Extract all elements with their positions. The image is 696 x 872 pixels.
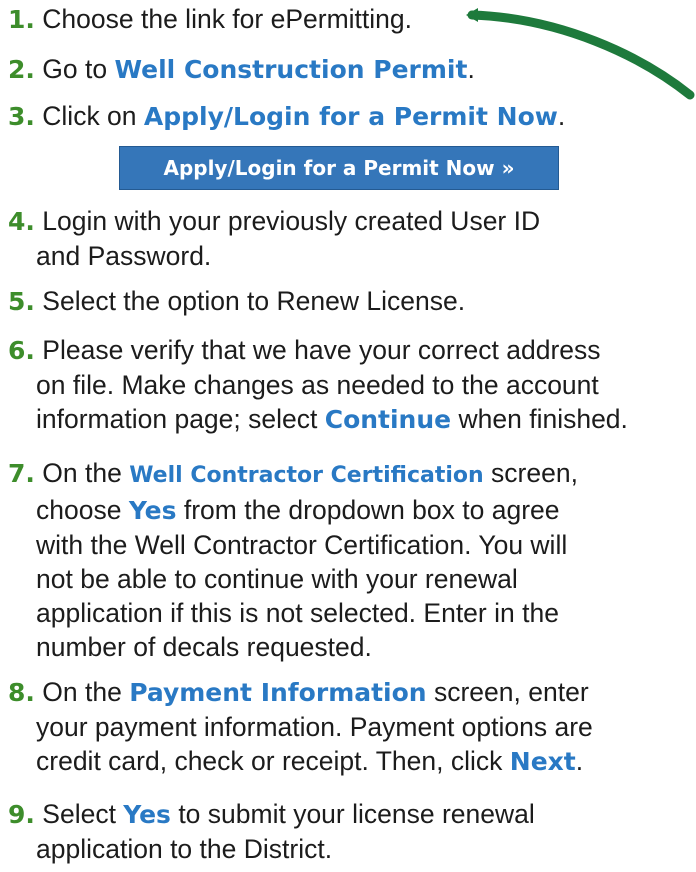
step-text: application to the District. [36, 834, 333, 864]
step-number: 9. [8, 800, 35, 829]
payment-information-link[interactable]: Payment Information [129, 678, 426, 707]
well-contractor-certification-link[interactable]: Well Contractor Certification [129, 463, 483, 488]
step-text: . [557, 101, 566, 131]
step-text: application if this is not selected. Ent… [36, 598, 559, 628]
step-number: 4. [8, 207, 35, 236]
step-text: Go to [42, 54, 115, 84]
step-text-part: when finished. [451, 404, 628, 434]
step-text: your payment information. Payment option… [36, 712, 593, 742]
step-text: On the [42, 458, 130, 488]
step-text: On the [42, 677, 130, 707]
step-text: on file. Make changes as needed to the a… [36, 370, 599, 400]
yes-submit-link[interactable]: Yes [123, 800, 171, 829]
step-text-part: information page; select [36, 404, 325, 434]
step-5: 5. Select the option to Renew License. [8, 284, 465, 319]
continue-link[interactable]: Continue [325, 405, 451, 434]
step-text: Select the option to Renew License. [42, 286, 466, 316]
step-6: 6. Please verify that we have your corre… [8, 333, 628, 437]
step-text: and Password. [36, 241, 212, 271]
step-text: Choose the link for ePermitting. [42, 4, 412, 34]
step-number: 3. [8, 102, 35, 131]
step-3: 3. Click on Apply/Login for a Permit Now… [8, 99, 565, 134]
step-4: 4. Login with your previously created Us… [8, 204, 540, 273]
step-2: 2. Go to Well Construction Permit. [8, 52, 475, 87]
step-text-part: credit card, check or receipt. Then, cli… [36, 746, 510, 776]
yes-option[interactable]: Yes [129, 496, 177, 525]
step-text: screen, [483, 458, 578, 488]
step-text-part: choose [36, 495, 129, 525]
step-text-part: from the dropdown box to agree [176, 495, 560, 525]
step-text: Select [42, 799, 124, 829]
step-text: Login with your previously created User … [42, 206, 541, 236]
step-text: choose Yes from the dropdown box to agre… [8, 493, 578, 528]
step-text: Click on [42, 101, 144, 131]
step-7: 7. On the Well Contractor Certification … [8, 456, 578, 664]
next-link[interactable]: Next [510, 747, 576, 776]
step-8: 8. On the Payment Information screen, en… [8, 675, 593, 779]
apply-login-button[interactable]: Apply/Login for a Permit Now » [119, 146, 559, 190]
step-9: 9. Select Yes to submit your license ren… [8, 797, 535, 866]
step-text: to submit your license renewal [170, 799, 535, 829]
step-text: not be able to continue with your renewa… [36, 564, 518, 594]
step-text: . [467, 54, 475, 84]
step-text-part: . [575, 746, 584, 776]
well-construction-permit-link[interactable]: Well Construction Permit [114, 55, 467, 84]
step-number: 1. [8, 5, 35, 34]
step-text: number of decals requested. [36, 632, 372, 662]
step-number: 8. [8, 678, 35, 707]
step-number: 5. [8, 287, 35, 316]
step-1: 1. Choose the link for ePermitting. [8, 2, 412, 37]
apply-login-link[interactable]: Apply/Login for a Permit Now [144, 102, 558, 131]
step-text: information page; select Continue when f… [8, 402, 628, 437]
step-text: credit card, check or receipt. Then, cli… [8, 744, 593, 779]
step-text: Please verify that we have your correct … [42, 335, 601, 365]
step-text: screen, enter [426, 677, 589, 707]
step-number: 2. [8, 55, 35, 84]
step-number: 7. [8, 459, 35, 488]
step-number: 6. [8, 336, 35, 365]
step-text: with the Well Contractor Certification. … [36, 530, 568, 560]
